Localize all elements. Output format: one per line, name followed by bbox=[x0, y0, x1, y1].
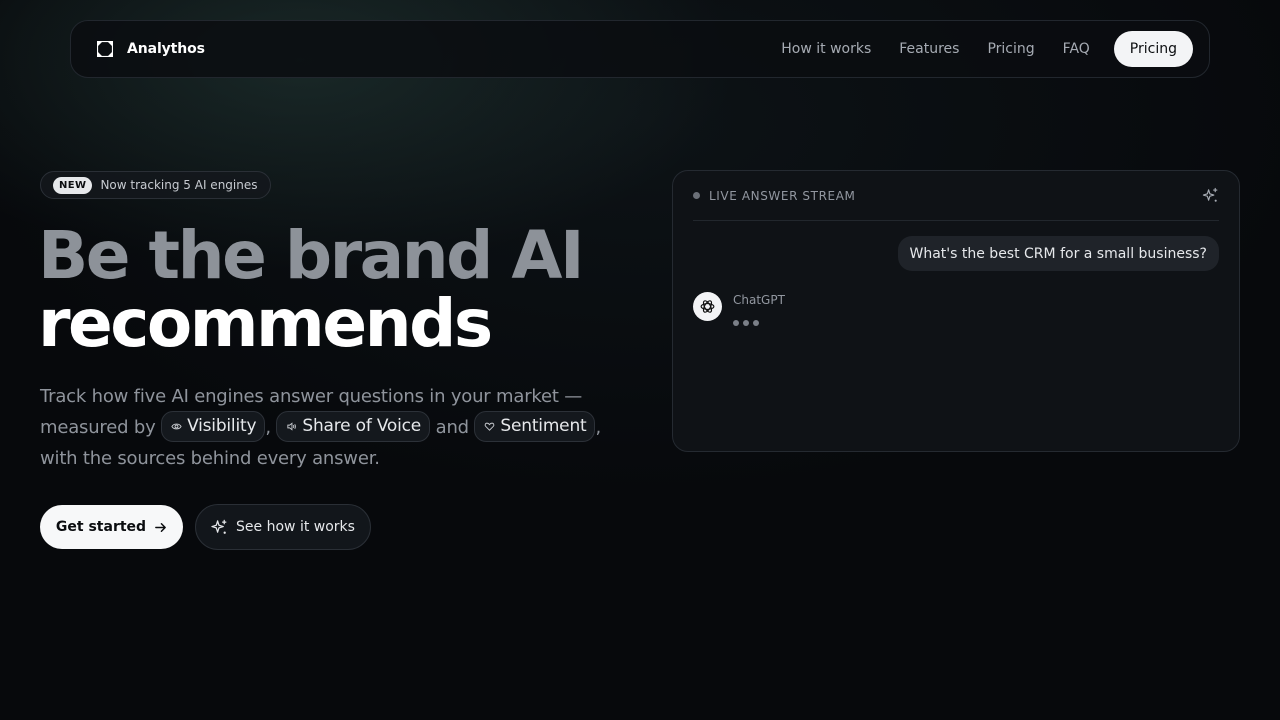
nav-link-how-it-works[interactable]: How it works bbox=[781, 41, 871, 57]
sparkle-icon bbox=[211, 519, 227, 534]
see-how-it-works-button[interactable]: See how it works bbox=[195, 504, 371, 550]
announcement-badge[interactable]: NEW Now tracking 5 AI engines bbox=[40, 171, 271, 199]
comma: , bbox=[265, 417, 271, 438]
chip-sentiment: Sentiment bbox=[474, 410, 596, 442]
openai-icon bbox=[700, 300, 715, 313]
chip-share-of-voice: Share of Voice bbox=[276, 410, 431, 442]
headline-line-1: Be the brand AI bbox=[38, 217, 585, 294]
brand[interactable]: Analythos bbox=[97, 41, 205, 57]
nav-links: How it works Features Pricing FAQ Pricin… bbox=[781, 31, 1193, 67]
nav-link-features[interactable]: Features bbox=[899, 41, 959, 57]
see-how-it-works-label: See how it works bbox=[236, 519, 355, 535]
live-answer-panel: LIVE ANSWER STREAM What's the best CRM f… bbox=[672, 170, 1240, 452]
bot-name: ChatGPT bbox=[733, 293, 785, 307]
speaker-icon bbox=[287, 421, 297, 431]
get-started-label: Get started bbox=[55, 519, 147, 535]
desc-and: and bbox=[435, 417, 469, 438]
get-started-button[interactable]: Get started bbox=[40, 505, 183, 549]
brand-name: Analythos bbox=[127, 41, 205, 57]
chip-visibility: Visibility bbox=[161, 410, 266, 442]
top-navbar: Analythos How it works Features Pricing … bbox=[70, 20, 1210, 78]
sparkle-icon[interactable] bbox=[1202, 187, 1219, 204]
pricing-cta-button[interactable]: Pricing bbox=[1113, 31, 1193, 67]
badge-text: Now tracking 5 AI engines bbox=[100, 178, 258, 192]
eye-icon bbox=[171, 423, 182, 429]
typing-dot bbox=[733, 320, 739, 326]
live-indicator-dot bbox=[693, 192, 700, 199]
user-message-bubble: What's the best CRM for a small business… bbox=[897, 236, 1219, 271]
new-pill: NEW bbox=[53, 176, 93, 194]
nav-link-faq[interactable]: FAQ bbox=[1063, 41, 1090, 57]
arrow-right-icon bbox=[155, 522, 166, 532]
heart-icon bbox=[485, 422, 495, 431]
nav-link-pricing[interactable]: Pricing bbox=[987, 41, 1034, 57]
chatgpt-avatar bbox=[693, 292, 722, 321]
headline-line-2: recommends bbox=[38, 285, 493, 362]
typing-indicator bbox=[733, 320, 759, 326]
typing-dot bbox=[743, 320, 749, 326]
chip-sentiment-label: Sentiment bbox=[500, 415, 587, 436]
panel-title: LIVE ANSWER STREAM bbox=[709, 188, 856, 203]
chip-visibility-label: Visibility bbox=[187, 415, 257, 436]
typing-dot bbox=[753, 320, 759, 326]
hero-description: Track how five AI engines answer questio… bbox=[40, 381, 640, 474]
hero-headline: Be the brand AI recommends bbox=[38, 217, 585, 362]
chip-share-label: Share of Voice bbox=[302, 415, 422, 436]
brand-logo-icon bbox=[97, 41, 113, 57]
panel-header: LIVE ANSWER STREAM bbox=[693, 171, 1219, 221]
